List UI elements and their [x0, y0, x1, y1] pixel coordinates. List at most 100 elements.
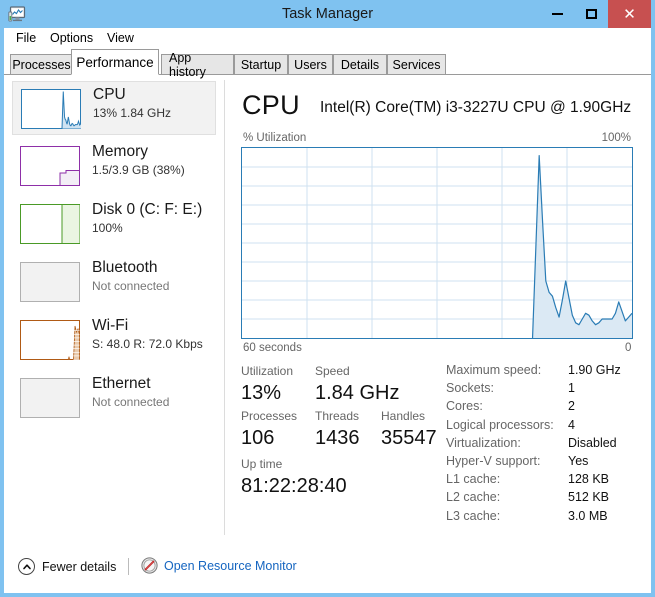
- fewer-details-label: Fewer details: [42, 559, 117, 574]
- minimize-button[interactable]: [540, 0, 574, 28]
- stat-speed-label: Speed: [315, 364, 350, 378]
- tab-strip: Processes Performance App history Startup Us…: [4, 49, 651, 79]
- fewer-details-button[interactable]: Fewer details: [18, 558, 116, 575]
- sidebar-item-label: Bluetooth: [92, 259, 158, 276]
- spec-key: L1 cache:: [446, 472, 501, 487]
- sidebar-item-ethernet[interactable]: Ethernet Not connected: [12, 371, 216, 425]
- sidebar-item-disk-0[interactable]: Disk 0 (C: F: E:) 100%: [12, 197, 216, 251]
- tab-details[interactable]: Details: [333, 54, 387, 74]
- sidebar-item-texts: Disk 0 (C: F: E:) 100%: [92, 199, 202, 237]
- tab-label: Services: [392, 57, 441, 72]
- cpu-spec-list: Maximum speed: 1.90 GHz Sockets: 1 Cores: 2 Lo…: [446, 363, 646, 527]
- disk-thumbnail: [20, 204, 80, 244]
- stat-uptime-label: Up time: [241, 457, 283, 471]
- spec-key: Logical processors:: [446, 417, 554, 432]
- chart-gridlines: [242, 148, 632, 338]
- sidebar-item-label: Wi-Fi: [92, 317, 129, 334]
- sidebar-item-texts: Ethernet Not connected: [92, 373, 169, 411]
- spec-value: 4: [568, 417, 575, 432]
- stat-processes-label: Processes: [241, 409, 298, 423]
- title-bar: Task Manager ✕: [0, 0, 655, 28]
- maximize-icon: [585, 9, 597, 19]
- menu-item-file[interactable]: File: [10, 28, 42, 49]
- resource-monitor-icon: [141, 557, 158, 574]
- resource-sidebar: CPU 13% 1.84 GHz Memory 1.5/3.9 GB (38%) Dis…: [4, 75, 224, 545]
- tab-app-history[interactable]: App history: [161, 51, 234, 79]
- sidebar-item-cpu[interactable]: CPU 13% 1.84 GHz: [12, 81, 216, 135]
- task-manager-window: Task Manager ✕ File Options View Process…: [0, 0, 655, 597]
- cpu-thumbnail: [21, 89, 81, 129]
- spec-value: 512 KB: [568, 490, 610, 505]
- sidebar-item-texts: CPU 13% 1.84 GHz: [93, 84, 171, 122]
- sidebar-item-status: Not connected: [92, 279, 170, 293]
- sidebar-item-status: 13% 1.84 GHz: [93, 106, 172, 120]
- stat-threads-label: Threads: [315, 409, 360, 423]
- spec-value: 128 KB: [568, 472, 610, 487]
- spec-value: Yes: [568, 453, 589, 468]
- spec-value: 1.90 GHz: [568, 363, 621, 377]
- chevron-up-icon: [18, 558, 35, 575]
- spec-key: Virtualization:: [446, 435, 521, 450]
- stat-threads: Threads 1436: [315, 408, 360, 451]
- spec-row: Hyper-V support: Yes: [446, 454, 646, 472]
- chart-x-axis-right: 0: [625, 342, 632, 354]
- menu-item-view[interactable]: View: [101, 28, 140, 49]
- spec-key: Cores:: [446, 399, 483, 414]
- sidebar-item-wi-fi[interactable]: Wi-Fi S: 48.0 R: 72.0 Kbps: [12, 313, 216, 367]
- sidebar-item-label: Disk 0 (C: F: E:): [92, 201, 203, 218]
- sidebar-item-bluetooth[interactable]: Bluetooth Not connected: [12, 255, 216, 309]
- maximize-button[interactable]: [574, 0, 608, 28]
- memory-thumbnail: [20, 146, 80, 186]
- stat-speed: Speed 1.84 GHz: [315, 363, 399, 406]
- stat-handles: Handles 35547: [381, 408, 437, 451]
- open-resource-monitor-link[interactable]: Open Resource Monitor: [141, 557, 297, 574]
- memory-thumbnail: [20, 146, 80, 186]
- tab-processes[interactable]: Processes: [10, 54, 73, 74]
- minimize-icon: [551, 13, 563, 15]
- sidebar-item-texts: Memory 1.5/3.9 GB (38%): [92, 141, 185, 179]
- sidebar-item-label: CPU: [93, 86, 126, 103]
- spec-row: Logical processors: 4: [446, 418, 646, 436]
- cpu-stats: Utilization 13% Speed 1.84 GHz Processes…: [241, 363, 446, 499]
- spec-row: Virtualization: Disabled: [446, 436, 646, 454]
- spec-key: Sockets:: [446, 381, 494, 396]
- stat-speed-value: 1.84 GHz: [315, 382, 400, 404]
- spec-key: L3 cache:: [446, 508, 501, 523]
- disk-thumbnail: [20, 204, 80, 244]
- spec-key: Maximum speed:: [446, 363, 542, 377]
- empty-thumbnail: [20, 378, 80, 418]
- performance-detail-pane: CPU Intel(R) Core(TM) i3-3227U CPU @ 1.9…: [225, 75, 651, 545]
- stat-processes-value: 106: [241, 427, 275, 449]
- tab-label: App history: [169, 50, 206, 79]
- wifi-thumbnail: [20, 320, 80, 360]
- wifi-thumbnail: [20, 320, 80, 360]
- tab-performance[interactable]: Performance: [71, 49, 159, 75]
- spec-value: Disabled: [568, 435, 617, 450]
- stat-uptime: Up time 81:22:28:40: [241, 456, 446, 499]
- sidebar-item-memory[interactable]: Memory 1.5/3.9 GB (38%): [12, 139, 216, 193]
- cpu-utilization-chart[interactable]: [241, 147, 633, 339]
- chart-x-axis-left: 60 seconds: [243, 342, 302, 354]
- spec-row: Maximum speed: 1.90 GHz: [446, 363, 646, 381]
- spec-row: Sockets: 1: [446, 381, 646, 399]
- sidebar-item-status: Not connected: [92, 395, 170, 409]
- tab-startup[interactable]: Startup: [234, 54, 288, 74]
- menu-item-options[interactable]: Options: [44, 28, 99, 49]
- spec-row: L2 cache: 512 KB: [446, 490, 646, 508]
- tab-label: Details: [340, 57, 380, 72]
- empty-thumbnail: [20, 262, 80, 302]
- spec-key: Hyper-V support:: [446, 453, 541, 468]
- chart-y-axis-label: % Utilization: [243, 132, 307, 144]
- tab-users[interactable]: Users: [288, 54, 333, 74]
- tab-label: Users: [294, 57, 327, 72]
- close-button[interactable]: ✕: [608, 0, 651, 28]
- footer-bar: Fewer details Open Resource Monitor: [4, 545, 651, 593]
- empty-thumbnail: [20, 262, 80, 302]
- stat-handles-value: 35547: [381, 427, 437, 449]
- stat-threads-value: 1436: [315, 427, 360, 449]
- tab-services[interactable]: Services: [387, 54, 446, 74]
- resource-monitor-label: Open Resource Monitor: [164, 558, 297, 573]
- stat-utilization: Utilization 13%: [241, 363, 293, 406]
- sidebar-item-label: Ethernet: [92, 375, 151, 392]
- stat-utilization-value: 13%: [241, 382, 282, 404]
